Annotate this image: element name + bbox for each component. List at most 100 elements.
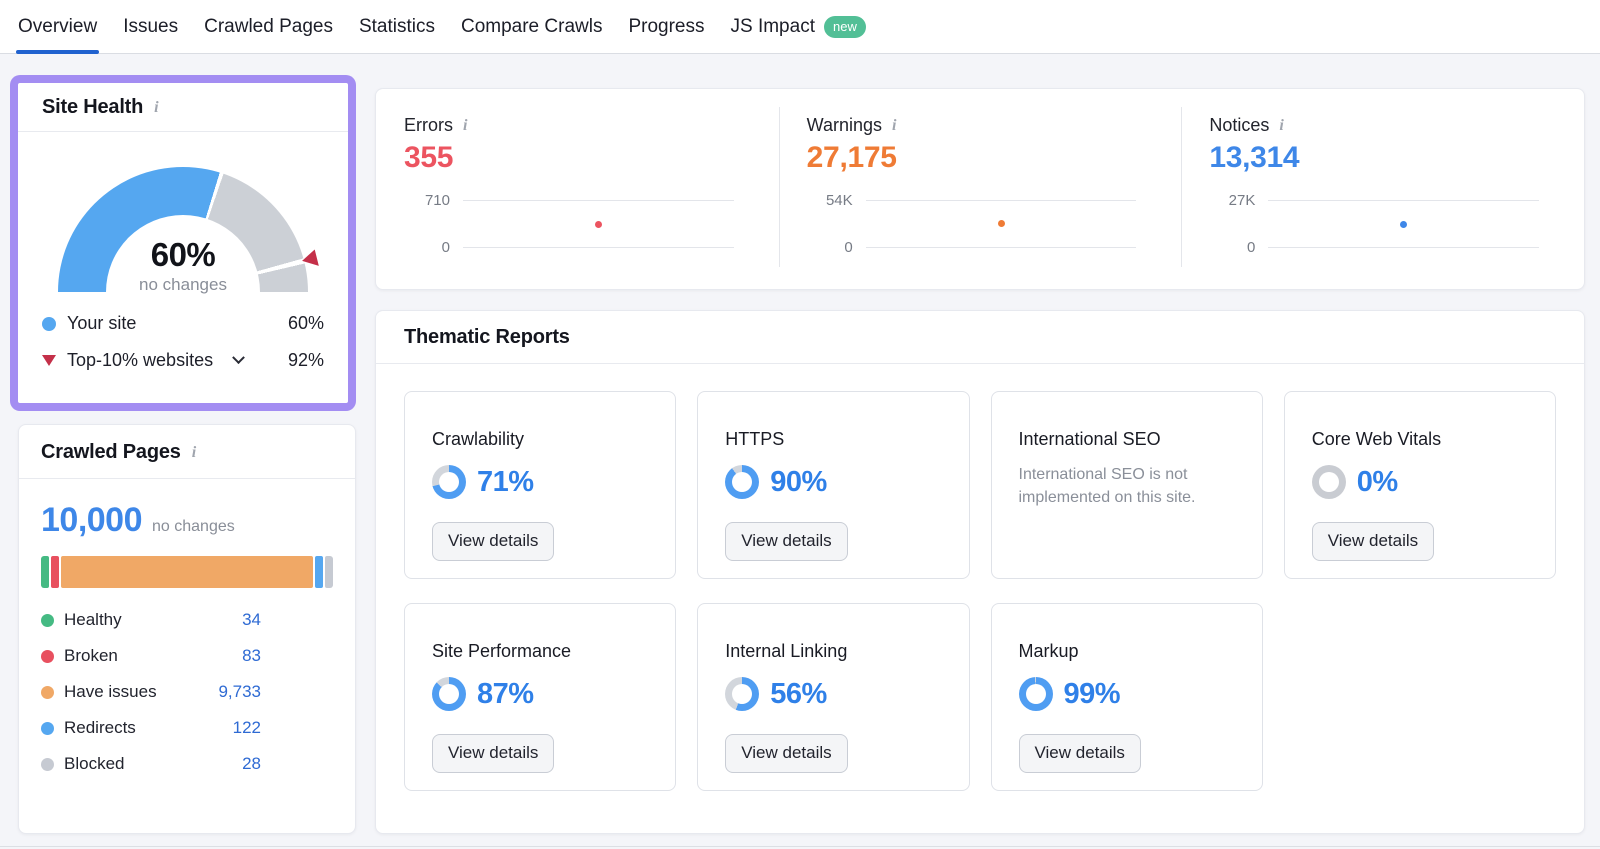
- site-performance-donut-icon: [432, 677, 466, 711]
- warnings-info-icon[interactable]: i: [890, 118, 898, 134]
- markup-percent: 99%: [1064, 678, 1121, 711]
- crawled-pages-title: Crawled Pages: [41, 441, 181, 464]
- broken-label: Broken: [64, 646, 118, 666]
- internal-linking-title: Internal Linking: [725, 641, 941, 662]
- core-web-vitals-donut-icon: [1312, 465, 1346, 499]
- site-health-highlight: Site Health i 60% no changes Your site: [10, 75, 356, 411]
- tab-issues[interactable]: Issues: [121, 0, 180, 53]
- site-health-title: Site Health: [42, 96, 143, 119]
- site-health-gauge: 60% no changes: [58, 167, 308, 292]
- healthy-count-link[interactable]: 34: [242, 610, 261, 630]
- legend-row-top10: Top-10% websites 92%: [42, 350, 324, 371]
- tab-js-impact[interactable]: JS Impact new: [729, 0, 868, 53]
- redirects-label: Redirects: [64, 718, 136, 738]
- thematic-reports-panel: Thematic Reports Crawlability 71% View d…: [375, 310, 1585, 834]
- card-markup: Markup 99% View details: [991, 603, 1263, 791]
- your-site-label: Your site: [67, 313, 136, 334]
- crawlability-donut-icon: [432, 465, 466, 499]
- site-health-score: 60%: [58, 236, 308, 274]
- warnings-axis-min: 0: [844, 239, 852, 256]
- internal-linking-view-details-button[interactable]: View details: [725, 734, 847, 773]
- notices-axis-min: 0: [1247, 239, 1255, 256]
- top10-label: Top-10% websites: [67, 350, 213, 371]
- tab-crawled-pages[interactable]: Crawled Pages: [202, 0, 335, 53]
- crawled-pages-stacked-bar[interactable]: [41, 556, 333, 588]
- markup-donut-icon: [1019, 677, 1053, 711]
- notices-label: Notices: [1209, 115, 1269, 136]
- https-view-details-button[interactable]: View details: [725, 522, 847, 561]
- warnings-trend-chart: 54K 0: [807, 200, 1137, 248]
- https-percent: 90%: [770, 466, 827, 499]
- notices-count[interactable]: 13,314: [1209, 141, 1539, 175]
- card-core-web-vitals: Core Web Vitals 0% View details: [1284, 391, 1556, 579]
- bar-segment-redirects[interactable]: [315, 556, 323, 588]
- site-performance-view-details-button[interactable]: View details: [432, 734, 554, 773]
- audit-tab-bar: Overview Issues Crawled Pages Statistics…: [0, 0, 1600, 54]
- warnings-data-point[interactable]: [998, 220, 1005, 227]
- bar-segment-broken[interactable]: [51, 556, 59, 588]
- top10-triangle-icon: [42, 355, 56, 366]
- tab-statistics[interactable]: Statistics: [357, 0, 437, 53]
- redirects-count-link[interactable]: 122: [233, 718, 261, 738]
- markup-view-details-button[interactable]: View details: [1019, 734, 1141, 773]
- site-audit-overview-page: Overview Issues Crawled Pages Statistics…: [0, 0, 1600, 849]
- broken-count-link[interactable]: 83: [242, 646, 261, 666]
- crawlability-view-details-button[interactable]: View details: [432, 522, 554, 561]
- tab-statistics-label: Statistics: [359, 16, 435, 38]
- https-donut-icon: [725, 465, 759, 499]
- tab-crawled-pages-label: Crawled Pages: [204, 16, 333, 38]
- your-site-value: 60%: [288, 313, 324, 334]
- legend-row-redirects: Redirects 122: [41, 718, 261, 738]
- card-site-performance: Site Performance 87% View details: [404, 603, 676, 791]
- bar-segment-have-issues[interactable]: [61, 556, 313, 588]
- have-issues-count-link[interactable]: 9,733: [218, 682, 261, 702]
- warnings-stat: Warnings i 27,175 54K 0: [779, 89, 1182, 289]
- warnings-count[interactable]: 27,175: [807, 141, 1137, 175]
- tab-progress[interactable]: Progress: [626, 0, 706, 53]
- bar-segment-blocked[interactable]: [325, 556, 333, 588]
- crawled-pages-total: 10,000: [41, 501, 142, 540]
- https-title: HTTPS: [725, 429, 941, 450]
- legend-row-your-site: Your site 60%: [42, 313, 324, 334]
- errors-stat: Errors i 355 710 0: [376, 89, 779, 289]
- tab-js-impact-label: JS Impact: [731, 16, 815, 38]
- crawlability-title: Crawlability: [432, 429, 648, 450]
- site-performance-title: Site Performance: [432, 641, 648, 662]
- tab-overview[interactable]: Overview: [16, 0, 99, 53]
- site-health-info-icon[interactable]: i: [152, 100, 160, 116]
- crawled-pages-info-icon[interactable]: i: [190, 445, 198, 461]
- international-seo-title: International SEO: [1019, 429, 1235, 450]
- healthy-dot-icon: [41, 614, 54, 627]
- have-issues-label: Have issues: [64, 682, 157, 702]
- internal-linking-donut-icon: [725, 677, 759, 711]
- notices-data-point[interactable]: [1400, 221, 1407, 228]
- core-web-vitals-view-details-button[interactable]: View details: [1312, 522, 1434, 561]
- broken-dot-icon: [41, 650, 54, 663]
- notices-info-icon[interactable]: i: [1277, 118, 1285, 134]
- legend-row-healthy: Healthy 34: [41, 610, 261, 630]
- card-internal-linking: Internal Linking 56% View details: [697, 603, 969, 791]
- errors-axis-min: 0: [442, 239, 450, 256]
- errors-data-point[interactable]: [595, 221, 602, 228]
- errors-axis-max: 710: [425, 192, 450, 209]
- warnings-axis-max: 54K: [826, 192, 853, 209]
- blocked-count-link[interactable]: 28: [242, 754, 261, 774]
- core-web-vitals-percent: 0%: [1357, 466, 1398, 499]
- bar-segment-healthy[interactable]: [41, 556, 49, 588]
- card-crawlability: Crawlability 71% View details: [404, 391, 676, 579]
- site-health-panel: Site Health i 60% no changes Your site: [18, 83, 348, 403]
- crawled-pages-legend: Healthy 34 Broken 83 Have issues 9,733 R…: [41, 610, 261, 774]
- errors-count[interactable]: 355: [404, 141, 734, 175]
- page-bottom-divider: [0, 846, 1600, 847]
- errors-trend-chart: 710 0: [404, 200, 734, 248]
- tab-compare-crawls[interactable]: Compare Crawls: [459, 0, 604, 53]
- crawled-pages-panel: Crawled Pages i 10,000 no changes Health…: [18, 424, 356, 834]
- tab-overview-label: Overview: [18, 16, 97, 38]
- redirects-dot-icon: [41, 722, 54, 735]
- legend-row-broken: Broken 83: [41, 646, 261, 666]
- site-performance-percent: 87%: [477, 678, 534, 711]
- crawled-pages-delta: no changes: [152, 518, 235, 536]
- top10-dropdown-chevron-icon[interactable]: [232, 351, 245, 364]
- errors-info-icon[interactable]: i: [461, 118, 469, 134]
- benchmark-marker-icon: [300, 249, 319, 269]
